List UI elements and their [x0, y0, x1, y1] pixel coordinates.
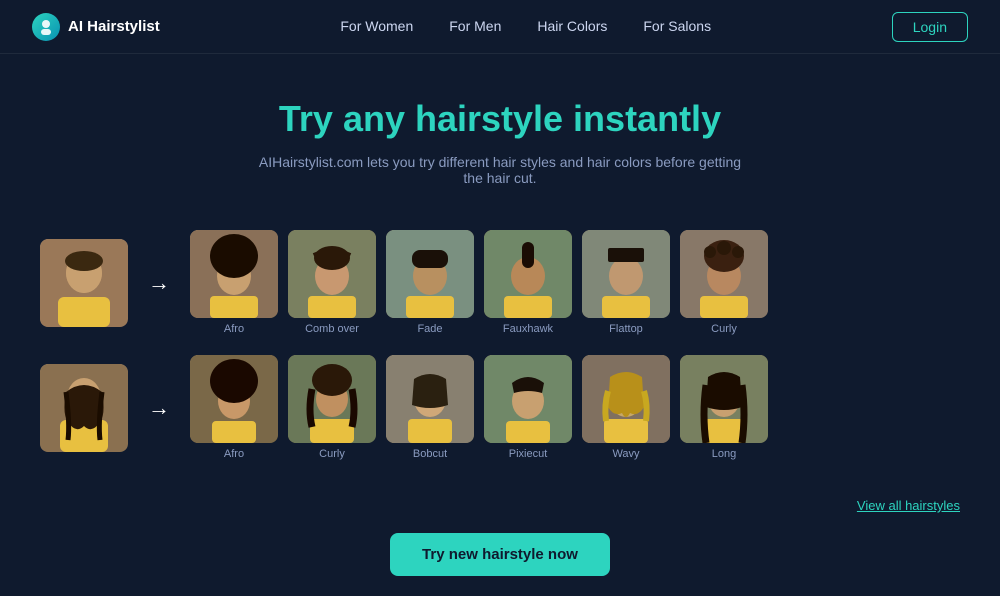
- women-source-photo: [40, 364, 128, 452]
- cta-button[interactable]: Try new hairstyle now: [390, 533, 610, 576]
- view-all-row: View all hairstyles: [0, 490, 1000, 525]
- style-label-men-fauxhawk: Fauxhawk: [503, 323, 553, 335]
- hero-subtext: AIHairstylist.com lets you try different…: [250, 154, 750, 186]
- men-arrow: →: [144, 270, 174, 296]
- style-label-women-bobcut: Bobcut: [413, 448, 447, 460]
- login-button[interactable]: Login: [892, 12, 968, 42]
- nav-hair-colors[interactable]: Hair Colors: [537, 18, 607, 34]
- style-item-women-curly[interactable]: Curly: [288, 355, 376, 460]
- style-item-men-fade[interactable]: Fade: [386, 230, 474, 335]
- style-label-women-long: Long: [712, 448, 736, 460]
- style-label-women-afro: Afro: [224, 448, 244, 460]
- style-photo-women-bobcut: [386, 355, 474, 443]
- style-photo-men-flattop: [582, 230, 670, 318]
- style-item-women-long[interactable]: Long: [680, 355, 768, 460]
- view-all-link[interactable]: View all hairstyles: [857, 498, 960, 513]
- style-photo-men-combover: [288, 230, 376, 318]
- nav-links: For Women For Men Hair Colors For Salons: [340, 18, 711, 36]
- hero-headline: Try any hairstyle instantly: [20, 98, 980, 140]
- brand-name: AI Hairstylist: [68, 18, 160, 35]
- style-photo-men-afro: [190, 230, 278, 318]
- women-demo-row: → Afro: [40, 355, 960, 460]
- style-photo-men-curly: [680, 230, 768, 318]
- logo-icon: [32, 13, 60, 41]
- style-photo-men-fauxhawk: [484, 230, 572, 318]
- style-label-men-flattop: Flattop: [609, 323, 643, 335]
- style-photo-women-wavy: [582, 355, 670, 443]
- style-photo-women-curly: [288, 355, 376, 443]
- style-label-men-fade: Fade: [417, 323, 442, 335]
- style-item-men-afro[interactable]: Afro: [190, 230, 278, 335]
- nav-for-salons[interactable]: For Salons: [643, 18, 711, 34]
- demo-section: → Afro: [0, 206, 1000, 490]
- hero-section: Try any hairstyle instantly AIHairstylis…: [0, 54, 1000, 206]
- women-arrow: →: [144, 395, 174, 421]
- style-photo-men-fade: [386, 230, 474, 318]
- style-item-women-bobcut[interactable]: Bobcut: [386, 355, 474, 460]
- style-item-women-wavy[interactable]: Wavy: [582, 355, 670, 460]
- style-label-men-combover: Comb over: [305, 323, 359, 335]
- style-label-men-curly: Curly: [711, 323, 737, 335]
- style-item-men-combover[interactable]: Comb over: [288, 230, 376, 335]
- style-label-women-curly: Curly: [319, 448, 345, 460]
- style-label-men-afro: Afro: [224, 323, 244, 335]
- navbar: AI Hairstylist For Women For Men Hair Co…: [0, 0, 1000, 54]
- brand-logo[interactable]: AI Hairstylist: [32, 13, 160, 41]
- style-photo-women-afro: [190, 355, 278, 443]
- style-photo-women-pixiecut: [484, 355, 572, 443]
- nav-for-women[interactable]: For Women: [340, 18, 413, 34]
- style-item-men-fauxhawk[interactable]: Fauxhawk: [484, 230, 572, 335]
- men-demo-row: → Afro: [40, 230, 960, 335]
- cta-section: Try new hairstyle now: [0, 525, 1000, 596]
- men-style-grid: Afro Comb over: [190, 230, 960, 335]
- style-label-women-pixiecut: Pixiecut: [509, 448, 548, 460]
- style-label-women-wavy: Wavy: [612, 448, 639, 460]
- men-source-photo: [40, 239, 128, 327]
- women-style-grid: Afro Curly: [190, 355, 960, 460]
- nav-for-men[interactable]: For Men: [449, 18, 501, 34]
- style-item-men-flattop[interactable]: Flattop: [582, 230, 670, 335]
- style-photo-women-long: [680, 355, 768, 443]
- style-item-women-pixiecut[interactable]: Pixiecut: [484, 355, 572, 460]
- style-item-women-afro[interactable]: Afro: [190, 355, 278, 460]
- style-item-men-curly[interactable]: Curly: [680, 230, 768, 335]
